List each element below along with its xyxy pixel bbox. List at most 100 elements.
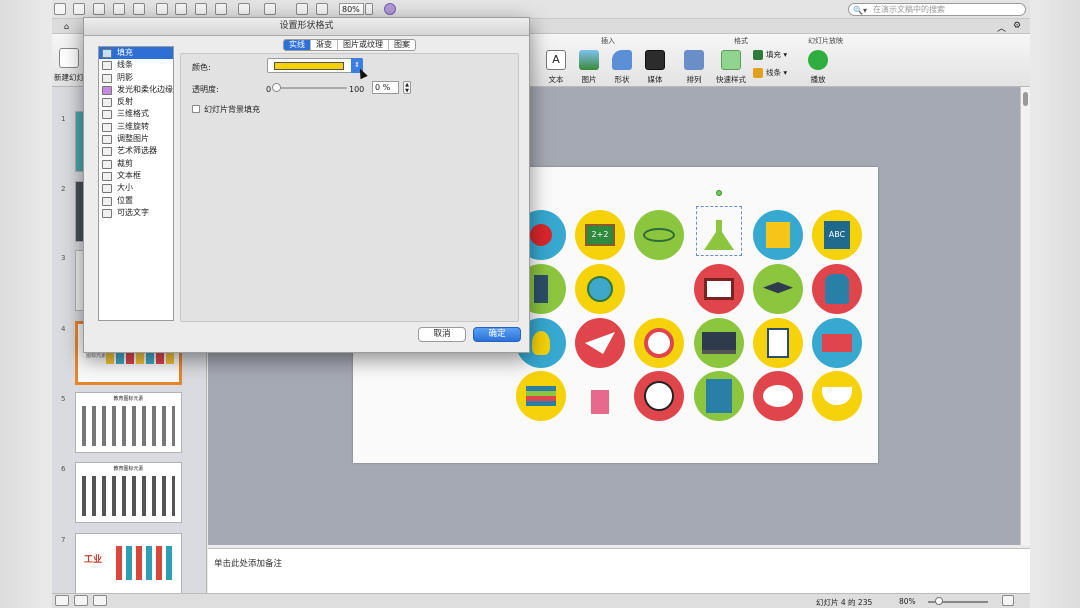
category-size[interactable]: 大小 — [99, 182, 173, 194]
slide-background-fill-checkbox[interactable] — [192, 105, 200, 113]
home-icon[interactable]: ⌂ — [64, 22, 69, 31]
new-slide-button[interactable]: 新建幻灯片 — [54, 48, 92, 83]
transparency-stepper[interactable]: ▲ ▼ — [403, 81, 411, 94]
slide-thumbnail-7[interactable]: 工业 — [75, 533, 182, 593]
fill-type-tabs: 实线 渐变 图片或纹理 图案 — [283, 39, 416, 51]
picture-button[interactable]: 图片 — [575, 50, 603, 85]
line-icon — [102, 61, 112, 71]
slide-thumbnail-5[interactable]: 教育图标元素 — [75, 392, 182, 453]
category-alt-text[interactable]: 可选文字 — [99, 207, 173, 219]
shape-button[interactable]: 形状 — [608, 50, 636, 85]
cancel-button[interactable]: 取消 — [418, 327, 466, 342]
new-slide-label: 新建幻灯片 — [54, 73, 92, 82]
category-artistic-filters[interactable]: 艺术筛选器 — [99, 145, 173, 157]
slide-thumbnail-6[interactable]: 教育图标元素 — [75, 462, 182, 523]
paste-icon[interactable] — [195, 3, 207, 15]
scroll-thumb[interactable] — [1023, 92, 1028, 106]
graduation-cap-icon[interactable] — [753, 264, 803, 314]
pencil-cup-icon[interactable] — [575, 371, 625, 421]
category-crop[interactable]: 裁剪 — [99, 158, 173, 170]
notebook-icon[interactable] — [694, 371, 744, 421]
thumb-icons — [82, 476, 175, 516]
notes-pane[interactable]: 单击此处添加备注 — [208, 548, 1030, 593]
fit-slide-icon[interactable] — [1002, 595, 1014, 606]
fill-button[interactable]: 填充 ▾ — [753, 49, 787, 60]
quick-styles-button[interactable]: 快速样式 — [714, 50, 748, 85]
media-button[interactable]: 媒体 — [641, 50, 669, 85]
quick-styles-icon — [721, 50, 741, 70]
print-icon[interactable] — [133, 3, 145, 15]
alarm-clock-icon[interactable] — [634, 318, 684, 368]
tab-solid[interactable]: 实线 — [284, 40, 311, 50]
thumb-number: 7 — [61, 536, 66, 544]
normal-view-icon[interactable] — [55, 595, 69, 606]
books-apple-icon[interactable] — [516, 371, 566, 421]
copy-icon[interactable] — [175, 3, 187, 15]
search-input[interactable]: 🔍▾ 在演示文稿中的搜索 — [848, 3, 1026, 16]
format-painter-icon[interactable] — [215, 3, 227, 15]
collapse-ribbon-icon[interactable]: ︿ — [997, 21, 1006, 34]
stamp-icon[interactable] — [812, 318, 862, 368]
soccer-ball-icon[interactable] — [634, 371, 684, 421]
category-glow[interactable]: 发光和柔化边缘 — [99, 84, 173, 96]
backpack-icon[interactable] — [812, 264, 862, 314]
laptop-icon[interactable] — [694, 318, 744, 368]
sidebar-icon[interactable] — [54, 3, 66, 15]
clipboard-icon[interactable] — [753, 318, 803, 368]
arrange-button[interactable]: 排列 — [680, 50, 708, 85]
coffee-cup-icon[interactable] — [812, 371, 862, 421]
category-adjust-picture[interactable]: 调整图片 — [99, 133, 173, 145]
group-insert-title: 插入 — [601, 37, 615, 45]
category-3d-format[interactable]: 三维格式 — [99, 108, 173, 120]
vertical-scrollbar[interactable] — [1020, 87, 1030, 545]
category-line[interactable]: 线条 — [99, 59, 173, 71]
save-icon[interactable] — [113, 3, 125, 15]
paper-plane-icon[interactable] — [575, 318, 625, 368]
help-icon[interactable] — [384, 3, 396, 15]
template-icon[interactable] — [93, 3, 105, 15]
play-button[interactable]: 播放 — [804, 50, 832, 85]
grid-icon[interactable] — [73, 3, 85, 15]
color-picker[interactable]: ⇕ — [267, 58, 363, 73]
transparency-input[interactable]: 0 % — [372, 81, 399, 94]
transparency-slider[interactable] — [272, 83, 347, 92]
abc-book-icon[interactable]: ABC — [812, 210, 862, 260]
redo-icon[interactable] — [264, 3, 276, 15]
open-book-icon[interactable] — [694, 264, 744, 314]
transparency-slider-knob[interactable] — [272, 83, 281, 92]
3d-rotation-icon — [102, 122, 112, 132]
category-text-box[interactable]: 文本框 — [99, 170, 173, 182]
zoom-slider-knob[interactable] — [935, 597, 943, 605]
category-3d-rotation[interactable]: 三维旋转 — [99, 121, 173, 133]
ok-button[interactable]: 确定 — [473, 327, 521, 342]
fill-bucket-icon — [753, 50, 763, 60]
category-shadow[interactable]: 阴影 — [99, 72, 173, 84]
text-box-icon — [102, 171, 112, 181]
globe-icon[interactable] — [575, 264, 625, 314]
speech-bubbles-icon[interactable] — [753, 371, 803, 421]
tab-pattern[interactable]: 图案 — [389, 40, 415, 50]
line-button[interactable]: 线条 ▾ — [753, 67, 787, 78]
gear-icon[interactable]: ⚙ — [1013, 21, 1021, 31]
slideshow-icon[interactable] — [316, 3, 328, 15]
category-fill[interactable]: 填充 — [99, 47, 173, 60]
play-button-label: 播放 — [810, 75, 826, 84]
zoom-dropdown-icon[interactable] — [365, 3, 373, 15]
undo-icon[interactable] — [238, 3, 250, 15]
zoom-select[interactable]: 80% — [339, 3, 364, 15]
slider-min-label: 0 — [266, 85, 272, 94]
text-button[interactable]: A 文本 — [542, 50, 570, 85]
category-position[interactable]: 位置 — [99, 195, 173, 207]
presenter-view-icon[interactable] — [93, 595, 107, 606]
cut-icon[interactable] — [156, 3, 168, 15]
chalkboard-icon[interactable]: 2+2 — [575, 210, 625, 260]
ruler-icon[interactable] — [753, 210, 803, 260]
atom-icon[interactable] — [634, 210, 684, 260]
tab-gradient[interactable]: 渐变 — [311, 40, 338, 50]
tab-picture-texture[interactable]: 图片或纹理 — [338, 40, 389, 50]
category-reflection[interactable]: 反射 — [99, 96, 173, 108]
gallery-icon[interactable] — [296, 3, 308, 15]
sorter-view-icon[interactable] — [74, 595, 88, 606]
rotate-handle[interactable] — [716, 190, 722, 196]
position-icon — [102, 196, 112, 206]
